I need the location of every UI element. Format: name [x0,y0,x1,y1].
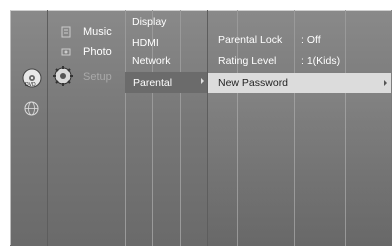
icon-column: DVD [11,10,47,246]
category-label: Music [83,26,112,38]
photo-icon [61,48,71,56]
disc-icon[interactable]: DVD [22,68,42,88]
row-value: : Off [301,34,321,46]
submenu-label: Parental [133,77,173,89]
submenu-hdmi[interactable]: HDMI [132,37,159,49]
row-label: Rating Level [218,55,277,67]
separator [47,10,48,246]
left-border [0,10,10,246]
submenu-parental[interactable]: Parental [125,72,207,93]
row-label: Parental Lock [218,34,283,46]
category-label: Photo [83,46,112,58]
category-setup[interactable]: Setup [52,64,127,84]
new-password-item[interactable]: New Password [208,73,391,93]
top-border [0,0,392,10]
item-label: New Password [218,77,289,89]
row-value: : 1(Kids) [301,55,341,67]
rating-level-row[interactable]: Rating Level : 1(Kids) [218,55,340,67]
separator [180,10,181,246]
parental-lock-row[interactable]: Parental Lock : Off [218,34,321,46]
menu-screen: DVD Music Photo Setup Display HDMI Netwo… [0,0,392,246]
category-photo[interactable]: Photo [52,43,127,63]
submenu-display[interactable]: Display [132,16,166,28]
chevron-right-icon [384,80,387,86]
category-label: Setup [83,71,112,83]
network-globe-icon[interactable] [24,101,39,116]
panel-background [208,93,391,246]
svg-text:DVD: DVD [25,82,36,88]
music-icon [61,26,71,38]
submenu-network[interactable]: Network [132,55,171,67]
category-music[interactable]: Music [52,23,127,43]
chevron-right-icon [201,78,204,84]
